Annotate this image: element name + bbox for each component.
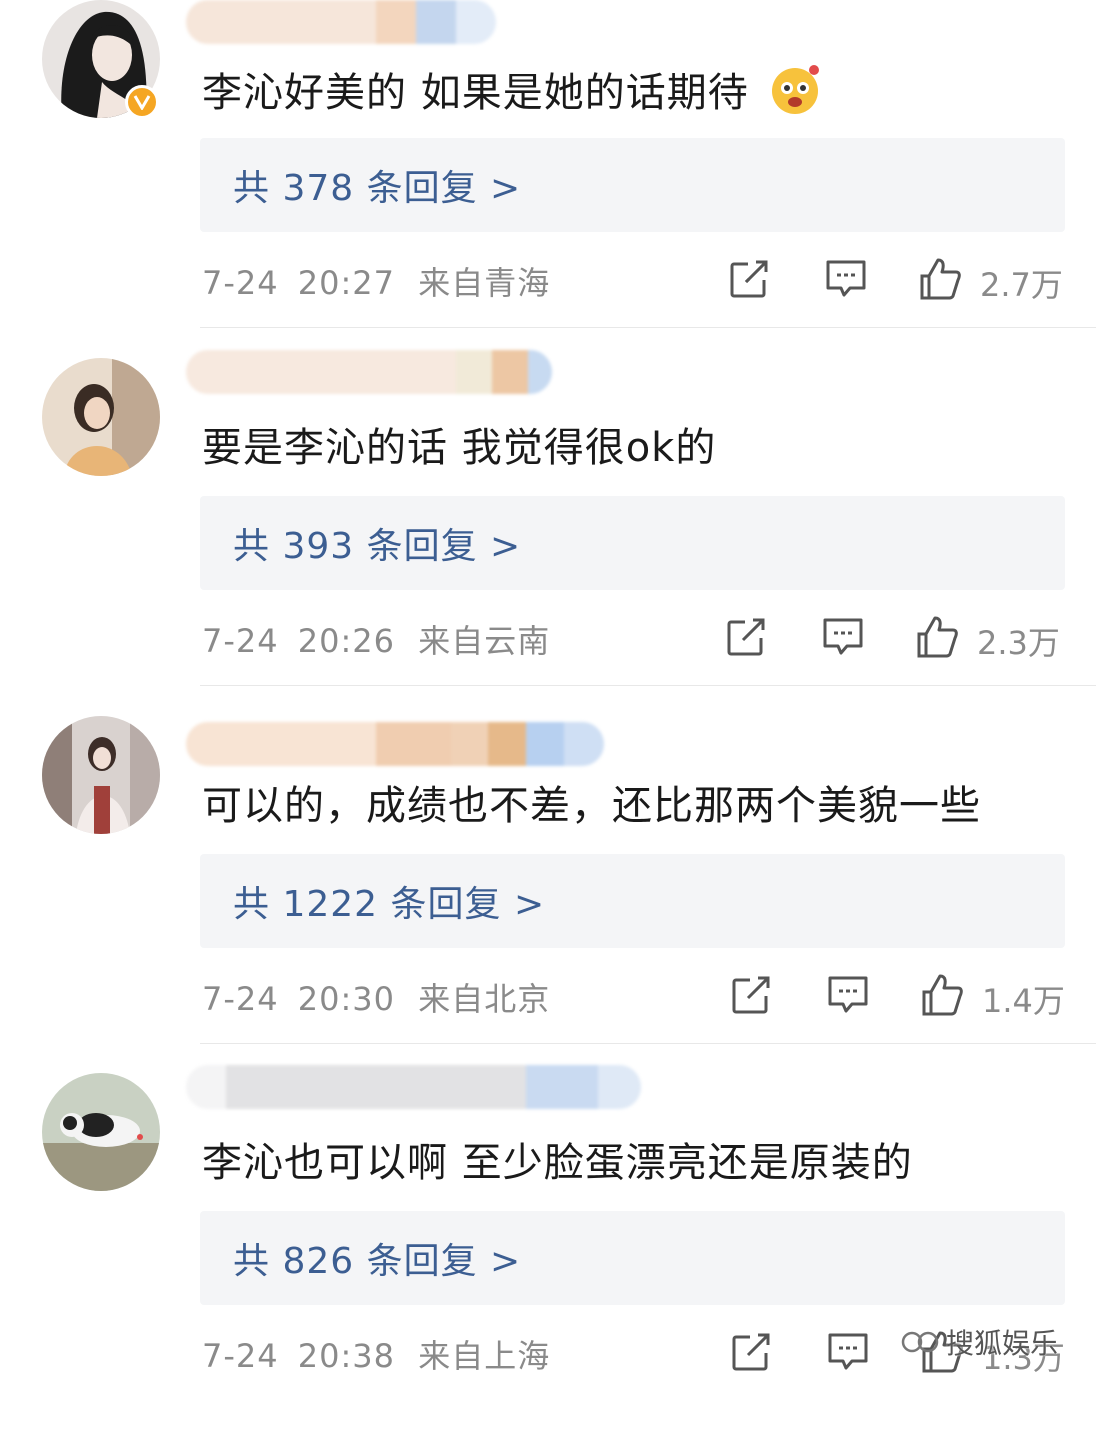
comment-icon[interactable] [824, 256, 868, 300]
comment-text: 可以的，成绩也不差，还比那两个美貌一些 [202, 783, 981, 829]
smile-emoji-icon [772, 65, 820, 114]
thumbs-up-icon[interactable] [915, 614, 959, 658]
comment-icon[interactable] [821, 614, 865, 658]
comment-item: 李沁也可以啊 至少脸蛋漂亮还是原装的 共 826 条回复 > 7-24 20:3… [0, 1065, 1096, 1430]
like-count: 2.3万 [977, 624, 1060, 662]
avatar[interactable] [42, 358, 160, 476]
replies-link[interactable]: 共 826 条回复 > [200, 1211, 1065, 1305]
comment-item: 李沁好美的 如果是她的话期待 共 378 条回复 > 7-24 20:27 来自… [0, 0, 1096, 357]
replies-link[interactable]: 共 378 条回复 > [200, 138, 1065, 232]
thumbs-up-icon[interactable] [920, 972, 964, 1016]
avatar[interactable] [42, 716, 160, 834]
share-icon[interactable] [725, 614, 769, 658]
comment-text: 李沁好美的 如果是她的话期待 [202, 62, 822, 121]
comment-text: 李沁也可以啊 至少脸蛋漂亮还是原装的 [202, 1140, 913, 1186]
comment-item: 要是李沁的话 我觉得很ok的 共 393 条回复 > 7-24 20:26 来自… [0, 350, 1096, 715]
divider [200, 1043, 1096, 1044]
like-count: 1.4万 [982, 982, 1065, 1020]
comment-text: 要是李沁的话 我觉得很ok的 [202, 425, 717, 471]
username-blurred[interactable] [186, 350, 552, 394]
like-count: 2.7万 [980, 266, 1063, 304]
verified-badge-icon [125, 85, 159, 119]
share-icon[interactable] [728, 256, 772, 300]
avatar[interactable] [42, 1073, 160, 1191]
comment-icon[interactable] [826, 1329, 870, 1373]
username-blurred[interactable] [186, 1065, 641, 1109]
divider [200, 327, 1096, 328]
replies-link[interactable]: 共 1222 条回复 > [200, 854, 1065, 948]
share-icon[interactable] [730, 972, 774, 1016]
comment-item: 可以的，成绩也不差，还比那两个美貌一些 共 1222 条回复 > 7-24 20… [0, 716, 1096, 1073]
watermark: 搜狐娱乐 [900, 1322, 1058, 1362]
replies-link[interactable]: 共 393 条回复 > [200, 496, 1065, 590]
divider [200, 685, 1096, 686]
comment-icon[interactable] [826, 972, 870, 1016]
sohu-logo-icon [901, 1331, 939, 1353]
username-blurred[interactable] [186, 722, 604, 766]
username-blurred[interactable] [186, 0, 496, 44]
thumbs-up-icon[interactable] [918, 256, 962, 300]
share-icon[interactable] [730, 1329, 774, 1373]
